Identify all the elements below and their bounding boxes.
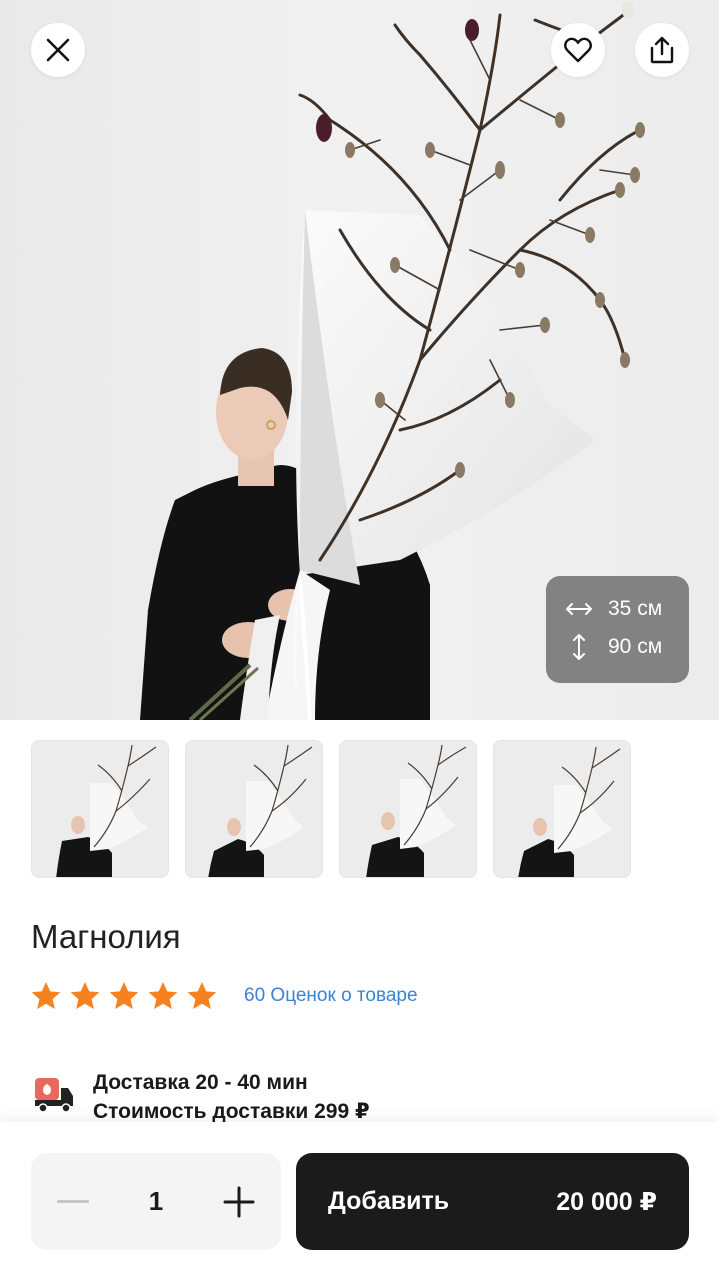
reviews-link[interactable]: 60 Оценок о товаре: [244, 985, 418, 1007]
add-to-cart-button[interactable]: Добавить 20 000 ₽: [296, 1153, 689, 1250]
bottom-action-bar: 1 Добавить 20 000 ₽: [0, 1122, 719, 1280]
decrease-button[interactable]: [53, 1182, 93, 1222]
close-icon: [46, 38, 70, 62]
thumbnail-4[interactable]: [493, 740, 631, 878]
favorite-button[interactable]: [551, 23, 605, 77]
thumbnail-1[interactable]: [31, 740, 169, 878]
thumbnail-3[interactable]: [339, 740, 477, 878]
thumbnail-2[interactable]: [185, 740, 323, 878]
thumbnail-image: [32, 741, 168, 877]
delivery-time: Доставка 20 - 40 мин: [93, 1071, 308, 1094]
quantity-stepper: 1: [31, 1153, 281, 1250]
close-button[interactable]: [31, 23, 85, 77]
thumbnail-image: [494, 741, 630, 877]
delivery-info: Доставка 20 - 40 мин Стоимость доставки …: [33, 1068, 370, 1126]
rating-row: 60 Оценок о товаре: [30, 980, 418, 1012]
star-icon: [187, 982, 217, 1009]
thumbnail-strip: [31, 740, 631, 878]
size-badge: 35 см 90 см: [546, 576, 689, 683]
star-icon: [148, 982, 178, 1009]
rating-stars: [30, 980, 218, 1012]
star-icon: [70, 982, 100, 1009]
minus-icon: [57, 1199, 89, 1203]
thumbnail-image: [340, 741, 476, 877]
product-main-image[interactable]: 35 см 90 см: [0, 0, 719, 720]
share-icon: [650, 36, 674, 64]
horizontal-arrows-icon: [566, 603, 592, 615]
vertical-arrows-icon: [573, 634, 585, 660]
heart-icon: [564, 37, 592, 63]
quantity-value: 1: [148, 1186, 164, 1216]
product-title: Магнолия: [31, 918, 181, 955]
height-value: 90 см: [608, 635, 663, 658]
height-row: 90 см: [564, 628, 671, 666]
plus-icon: [223, 1186, 255, 1217]
width-value: 35 см: [608, 597, 663, 620]
add-button-label: Добавить: [328, 1187, 450, 1215]
thumbnail-image: [186, 741, 322, 877]
price-label: 20 000 ₽: [556, 1187, 657, 1216]
star-icon: [109, 982, 139, 1009]
width-row: 35 см: [564, 590, 671, 628]
share-button[interactable]: [635, 23, 689, 77]
delivery-truck-icon: [35, 1078, 73, 1113]
star-icon: [31, 982, 61, 1009]
increase-button[interactable]: [219, 1182, 259, 1222]
